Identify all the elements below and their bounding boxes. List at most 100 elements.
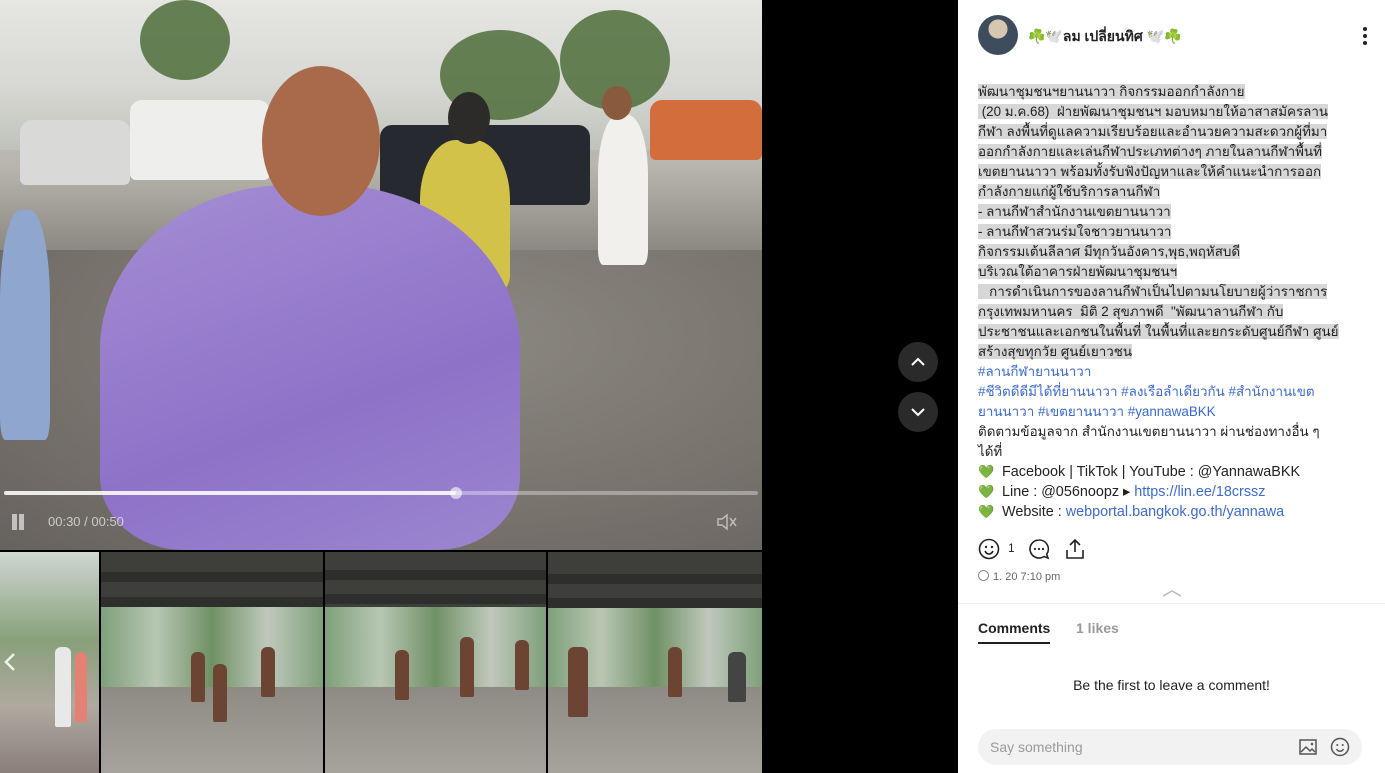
avatar[interactable] — [978, 15, 1018, 55]
globe-icon — [978, 570, 989, 581]
post-text-line: - ลานกีฬาสำนักงานเขตยานนาวา — [978, 204, 1171, 219]
video-time: 00:30 / 00:50 — [48, 514, 124, 529]
comment-bubble-icon — [1029, 539, 1050, 560]
collapse-button[interactable] — [1160, 584, 1184, 597]
video-scene-person-head — [448, 92, 490, 144]
video-scene-person — [598, 115, 648, 265]
share-icon — [1066, 538, 1084, 559]
chevron-up-icon — [911, 357, 925, 366]
green-heart-icon: 💚 — [978, 484, 995, 499]
post-text: พัฒนาชุมชนฯยานนาวา กิจกรรมออกกำลังกาย (2… — [978, 82, 1370, 522]
timestamp-text: 1. 20 7:10 pm — [993, 571, 1061, 583]
empty-comments-message: Be the first to leave a comment! — [1073, 677, 1270, 693]
previous-post-button[interactable] — [898, 342, 938, 382]
video-main-dancer-head — [262, 66, 380, 216]
green-heart-icon: 💚 — [978, 464, 995, 479]
author-name[interactable]: ☘️🕊️ลม เปลี่ยนทิศ 🕊️☘️ — [1028, 26, 1181, 48]
thumbnail-image — [101, 597, 323, 607]
video-scene-car — [650, 100, 762, 160]
post-text-line: เขตยานนาวา พร้อมทั้งรับฟังปัญหาและให้คำแ… — [978, 164, 1322, 179]
green-heart-icon: 💚 — [978, 504, 995, 519]
thumbnail-person — [191, 652, 205, 702]
website-label: Website : — [1002, 504, 1066, 520]
thumbnail-person — [728, 652, 746, 702]
next-post-button[interactable] — [898, 392, 938, 432]
thumbnail-3[interactable] — [325, 552, 546, 773]
thumbnail-2[interactable] — [101, 552, 323, 773]
pause-icon — [12, 514, 17, 530]
attach-image-button[interactable] — [1298, 737, 1318, 757]
video-player[interactable]: 00:30 / 00:50 — [0, 0, 762, 550]
post-actions: 1 — [978, 538, 1178, 562]
smiley-icon — [978, 538, 1000, 560]
thumbnail-image — [101, 607, 323, 687]
more-dots-icon — [1363, 34, 1367, 38]
chevron-up-icon — [1162, 590, 1182, 597]
post-text-line: บริเวณใต้อาคารฝ่ายพัฒนาชุมชนฯ — [978, 264, 1178, 279]
thumbnail-prev-arrow[interactable] — [4, 652, 24, 676]
more-options-button[interactable] — [1357, 25, 1373, 47]
video-scene-person — [0, 210, 50, 440]
like-count: 1 — [1008, 541, 1015, 555]
tab-comments[interactable]: Comments — [978, 620, 1051, 644]
video-scene-car — [20, 120, 130, 185]
divider — [958, 603, 1385, 604]
thumbnail-image — [325, 570, 546, 580]
share-button[interactable] — [1064, 538, 1086, 560]
comment-composer — [978, 729, 1362, 765]
thumbnail-4[interactable] — [548, 552, 762, 773]
line-id-text: Line : @056noopz ▸ — [1002, 484, 1135, 500]
speaker-muted-icon — [717, 513, 737, 531]
hashtag-link[interactable]: #ลานกีฬายานนาวา — [978, 364, 1091, 379]
hashtag-link[interactable]: ยานนาวา #เขตยานนาวา #yannawaBKK — [978, 404, 1216, 419]
thumbnail-1[interactable] — [0, 552, 99, 773]
follow-text: ติดตามข้อมูลจาก สำนักงานเขตยานนาวา ผ่านช… — [978, 424, 1320, 439]
thumbnail-image — [101, 687, 323, 773]
comment-input[interactable] — [990, 737, 1280, 757]
post-text-line: ประชาชนและเอกชนในพื้นที่ ในพื้นที่และยกร… — [978, 324, 1339, 339]
comment-button[interactable] — [1028, 538, 1050, 560]
post-text-line: - ลานกีฬาสวนร่มใจชาวยานนาวา — [978, 224, 1172, 239]
thumbnail-image — [548, 598, 762, 608]
more-dots-icon — [1363, 41, 1367, 45]
video-progress-track[interactable] — [4, 487, 758, 499]
thumbnail-person — [261, 647, 275, 697]
more-dots-icon — [1363, 27, 1367, 31]
line-url-link[interactable]: https://lin.ee/18crssz — [1134, 484, 1265, 500]
react-button[interactable] — [978, 538, 1000, 560]
mute-button[interactable] — [716, 512, 738, 532]
post-text-line: การดำเนินการของลานกีฬาเป็นไปตามนโยบายผู้… — [978, 284, 1328, 299]
image-icon — [1299, 739, 1317, 755]
hashtag-link[interactable]: #ชีวิตดีดีมีได้ที่ยานนาวา #ลงเรือลำเดียว… — [978, 384, 1315, 399]
thumbnail-person — [395, 650, 409, 700]
website-link[interactable]: webportal.bangkok.go.th/yannawa — [1066, 504, 1284, 520]
thumbnail-person — [460, 637, 474, 697]
post-text-line: ออกกำลังกายและเล่นกีฬาประเภทต่างๆ ภายในล… — [978, 144, 1322, 159]
thumbnail-image — [325, 594, 546, 604]
video-scene-tree — [140, 0, 230, 80]
pause-button[interactable] — [10, 514, 26, 530]
video-controls: 00:30 / 00:50 — [0, 508, 762, 536]
pause-icon — [19, 514, 24, 530]
thumbnail-image — [101, 572, 323, 582]
thumbnail-strip — [0, 552, 762, 773]
thumbnail-image — [325, 687, 546, 773]
media-area: 00:30 / 00:50 — [0, 0, 958, 773]
chevron-down-icon — [911, 408, 925, 417]
tab-likes[interactable]: 1 likes — [1076, 620, 1119, 636]
thumbnail-person — [668, 647, 682, 697]
post-text-line: กรุงเทพมหานคร มิติ 2 สุขภาพดี "พัฒนาลานก… — [978, 304, 1284, 319]
thumbnail-person — [515, 640, 529, 690]
emoji-button[interactable] — [1330, 737, 1350, 757]
thumbnail-person — [213, 664, 227, 722]
social-accounts-text: Facebook | TikTok | YouTube : @YannawaBK… — [1002, 464, 1301, 480]
chevron-left-icon — [4, 653, 15, 671]
post-text-line: กิจกรรมเต้นลีลาศ มีทุกวันอังคาร,พุธ,พฤหั… — [978, 244, 1241, 259]
thumbnail-person — [55, 647, 71, 727]
video-scene-person-head — [602, 86, 632, 120]
post-timestamp: 1. 20 7:10 pm — [978, 570, 1060, 583]
post-detail-panel: ☘️🕊️ลม เปลี่ยนทิศ 🕊️☘️ พัฒนาชุมชนฯยานนาว… — [958, 0, 1385, 773]
thumbnail-person — [75, 652, 87, 722]
post-text-line: พัฒนาชุมชนฯยานนาวา กิจกรรมออกกำลังกาย — [978, 84, 1245, 99]
video-progress-fill — [4, 491, 457, 495]
